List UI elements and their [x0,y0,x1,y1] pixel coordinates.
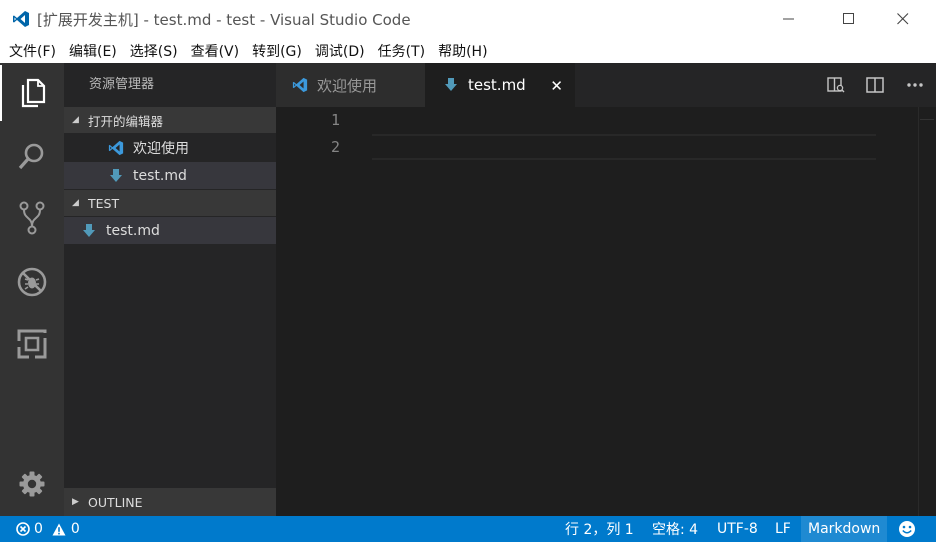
explorer-sidebar: 资源管理器 ◢ 打开的编辑器 欢迎使用 test.md ◢ TEST test.… [64,63,276,516]
search-icon[interactable] [0,128,64,184]
window-title: [扩展开发主机] - test.md - test - Visual Studi… [37,10,411,29]
line-number: 2 [330,138,340,156]
tab-bar: 欢迎使用 test.md ✕ [276,63,936,107]
chevron-right-icon: ▶ [72,497,79,507]
extensions-icon[interactable] [0,316,64,372]
menu-help[interactable]: 帮助(H) [429,41,491,61]
outline-title: OUTLINE [88,494,143,510]
menu-tasks[interactable]: 任务(T) [369,41,429,61]
sidebar-title: 资源管理器 [89,77,155,92]
smiley-icon[interactable] [898,516,916,542]
open-editor-label: 欢迎使用 [133,140,189,157]
vscode-logo-icon [292,77,310,93]
cursor-position[interactable]: 行 2，列 1 [565,516,634,542]
current-line-highlight [372,134,876,160]
problems-indicator[interactable]: 0 0 [16,516,80,542]
activity-bar [0,63,64,516]
tab-test-md[interactable]: test.md ✕ [425,63,575,107]
explorer-icon[interactable] [0,65,64,121]
status-bar: 0 0 行 2，列 1 空格: 4 UTF-8 LF Markdown [0,516,936,542]
vscode-logo-icon [108,140,126,156]
markdown-icon [83,223,97,238]
close-tab-icon[interactable]: ✕ [550,77,563,95]
menu-view[interactable]: 查看(V) [182,41,244,61]
error-count: 0 [34,521,43,537]
folder-title: TEST [88,195,120,211]
tab-welcome[interactable]: 欢迎使用 [276,63,425,107]
debug-icon[interactable] [0,254,64,310]
open-preview-icon[interactable] [826,75,846,95]
more-actions-icon[interactable] [905,75,925,95]
split-editor-icon[interactable] [865,75,885,95]
vscode-logo-icon [11,9,31,29]
indentation[interactable]: 空格: 4 [652,516,698,542]
encoding[interactable]: UTF-8 [717,516,758,542]
menu-edit[interactable]: 编辑(E) [60,41,121,61]
minimize-button[interactable] [766,0,812,38]
tab-label: 欢迎使用 [317,76,378,95]
chevron-down-icon: ◢ [72,115,79,125]
source-control-icon[interactable] [0,190,64,246]
open-editors-header[interactable]: ◢ 打开的编辑器 [64,107,276,133]
open-editor-label: test.md [133,167,187,184]
overview-ruler[interactable] [920,119,934,127]
markdown-icon [110,168,124,183]
outline-header[interactable]: ▶ OUTLINE [64,488,276,516]
menu-debug[interactable]: 调试(D) [306,41,369,61]
text-editor[interactable]: 1 2 [276,107,936,516]
tab-label: test.md [468,76,526,94]
close-window-button[interactable] [880,0,926,38]
end-of-line[interactable]: LF [775,516,791,542]
open-editors-title: 打开的编辑器 [88,113,164,129]
title-bar: [扩展开发主机] - test.md - test - Visual Studi… [0,0,936,38]
menu-bar: 文件(F) 编辑(E) 选择(S) 查看(V) 转到(G) 调试(D) 任务(T… [0,38,936,63]
menu-selection[interactable]: 选择(S) [121,41,182,61]
error-icon [16,522,30,536]
maximize-button[interactable] [826,0,872,38]
markdown-icon [445,78,459,92]
menu-goto[interactable]: 转到(G) [243,41,306,61]
editor-group: 欢迎使用 test.md ✕ 1 2 [276,63,936,516]
file-item-test-md[interactable]: test.md [64,217,276,244]
chevron-down-icon: ◢ [72,198,79,208]
open-editor-item-test-md[interactable]: test.md [64,162,276,189]
settings-gear-icon[interactable] [0,456,64,512]
warning-count: 0 [70,521,80,537]
line-number: 1 [330,111,340,129]
minimap-edge [918,107,919,516]
file-label: test.md [106,222,160,239]
open-editor-item-welcome[interactable]: 欢迎使用 [64,134,276,161]
folder-test-header[interactable]: ◢ TEST [64,190,276,216]
warning-icon [52,523,66,536]
menu-file[interactable]: 文件(F) [0,41,60,61]
language-mode[interactable]: Markdown [801,516,888,542]
